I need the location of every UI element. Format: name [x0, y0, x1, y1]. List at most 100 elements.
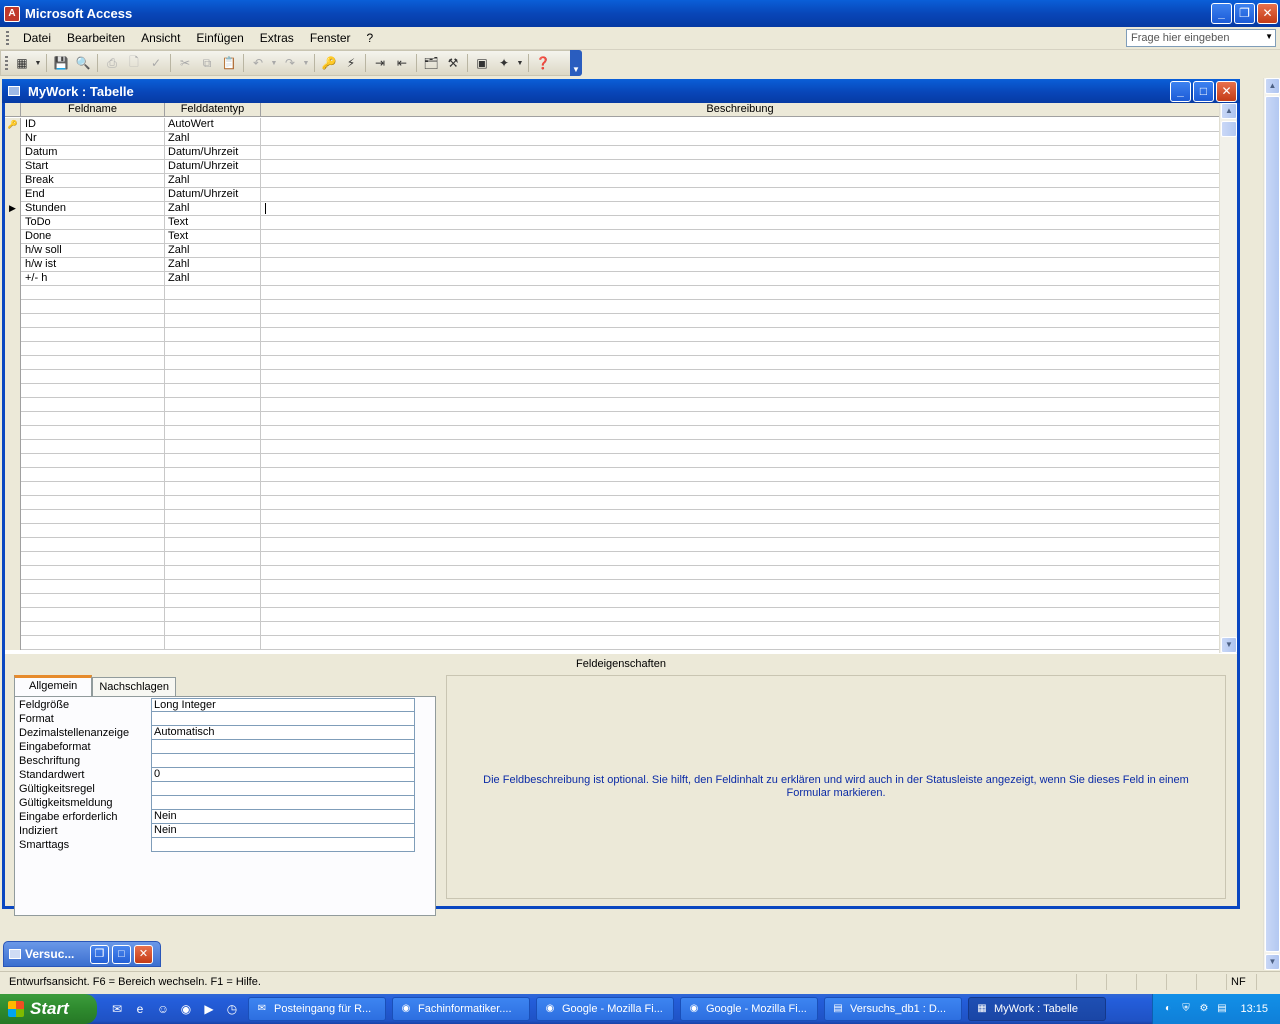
field-name-cell[interactable]: [21, 524, 165, 538]
restore-button[interactable]: ❐: [1234, 3, 1255, 24]
field-type-cell[interactable]: Zahl: [165, 272, 261, 286]
field-type-cell[interactable]: [165, 580, 261, 594]
row-selector[interactable]: [5, 622, 21, 636]
insert-rows-icon[interactable]: ⇥: [369, 53, 391, 73]
row-selector[interactable]: [5, 580, 21, 594]
property-value-input[interactable]: 0: [151, 768, 415, 782]
field-name-cell[interactable]: [21, 356, 165, 370]
field-name-cell[interactable]: [21, 636, 165, 650]
chevron-down-icon[interactable]: ▼: [1265, 32, 1273, 41]
tray-security-icon[interactable]: ⛨: [1179, 1002, 1193, 1016]
property-value-input[interactable]: [151, 782, 415, 796]
field-type-cell[interactable]: [165, 622, 261, 636]
field-type-cell[interactable]: [165, 426, 261, 440]
property-value-input[interactable]: [151, 796, 415, 810]
view-dropdown-icon[interactable]: ▼: [33, 53, 43, 73]
field-name-cell[interactable]: [21, 580, 165, 594]
table-row[interactable]: [5, 538, 1219, 552]
app-scroll-up-icon[interactable]: ▲: [1265, 78, 1280, 94]
undo-icon[interactable]: ↶: [247, 53, 269, 73]
row-selector[interactable]: [5, 272, 21, 286]
row-selector[interactable]: [5, 286, 21, 300]
row-selector[interactable]: [5, 384, 21, 398]
row-selector[interactable]: [5, 398, 21, 412]
spellcheck-icon[interactable]: ✓: [145, 53, 167, 73]
properties-icon[interactable]: 🗂: [420, 53, 442, 73]
menu-fenster[interactable]: Fenster: [302, 31, 359, 45]
taskbar-task-button[interactable]: ✉ Posteingang für R...: [248, 997, 386, 1021]
field-type-cell[interactable]: Zahl: [165, 132, 261, 146]
table-row[interactable]: [5, 482, 1219, 496]
field-description-cell[interactable]: [261, 174, 1219, 188]
menu-ansicht[interactable]: Ansicht: [133, 31, 188, 45]
field-type-cell[interactable]: Zahl: [165, 258, 261, 272]
property-value-input[interactable]: Nein: [151, 824, 415, 838]
table-row[interactable]: [5, 594, 1219, 608]
row-selector[interactable]: [5, 482, 21, 496]
field-description-cell[interactable]: [261, 188, 1219, 202]
new-object-icon[interactable]: ✦: [493, 53, 515, 73]
minimize-button[interactable]: _: [1211, 3, 1232, 24]
property-value-input[interactable]: [151, 838, 415, 852]
field-description-cell[interactable]: [261, 454, 1219, 468]
menubar-grip-icon[interactable]: [6, 31, 9, 45]
row-selector[interactable]: [5, 440, 21, 454]
field-description-cell[interactable]: [261, 398, 1219, 412]
field-name-cell[interactable]: [21, 342, 165, 356]
row-selector[interactable]: [5, 468, 21, 482]
taskbar-task-button[interactable]: ◉ Google - Mozilla Fi...: [536, 997, 674, 1021]
property-value-input[interactable]: Automatisch: [151, 726, 415, 740]
media-player-icon[interactable]: ▶: [199, 999, 219, 1019]
new-object-dropdown-icon[interactable]: ▼: [515, 53, 525, 73]
row-selector[interactable]: [5, 636, 21, 650]
table-row[interactable]: ▶ Stunden Zahl: [5, 202, 1219, 216]
field-description-cell[interactable]: [261, 538, 1219, 552]
field-type-cell[interactable]: Zahl: [165, 244, 261, 258]
firefox-icon[interactable]: ◉: [176, 999, 196, 1019]
minimized-close-button[interactable]: ✕: [134, 944, 153, 964]
table-row[interactable]: [5, 398, 1219, 412]
table-row[interactable]: [5, 426, 1219, 440]
redo-icon[interactable]: ↷: [279, 53, 301, 73]
row-selector[interactable]: [5, 496, 21, 510]
field-description-cell[interactable]: [261, 244, 1219, 258]
child-maximize-button[interactable]: □: [1193, 81, 1214, 102]
field-name-cell[interactable]: [21, 482, 165, 496]
row-selector[interactable]: [5, 538, 21, 552]
field-description-cell[interactable]: [261, 412, 1219, 426]
field-type-cell[interactable]: [165, 482, 261, 496]
table-row[interactable]: [5, 510, 1219, 524]
menu-extras[interactable]: Extras: [252, 31, 302, 45]
menu-einfuegen[interactable]: Einfügen: [188, 31, 251, 45]
field-description-cell[interactable]: [261, 300, 1219, 314]
row-selector[interactable]: [5, 356, 21, 370]
field-description-cell[interactable]: [261, 384, 1219, 398]
menu-datei[interactable]: Datei: [15, 31, 59, 45]
field-description-cell[interactable]: [261, 622, 1219, 636]
row-selector[interactable]: [5, 300, 21, 314]
field-description-cell[interactable]: [261, 272, 1219, 286]
field-type-cell[interactable]: [165, 342, 261, 356]
field-name-cell[interactable]: [21, 426, 165, 440]
field-description-cell[interactable]: [261, 440, 1219, 454]
build-icon[interactable]: ⚒: [442, 53, 464, 73]
row-selector[interactable]: [5, 552, 21, 566]
field-type-cell[interactable]: Datum/Uhrzeit: [165, 146, 261, 160]
field-name-cell[interactable]: [21, 440, 165, 454]
field-type-cell[interactable]: [165, 454, 261, 468]
field-description-cell[interactable]: [261, 160, 1219, 174]
field-description-cell[interactable]: [261, 118, 1219, 132]
ie-icon[interactable]: e: [130, 999, 150, 1019]
child-minimize-button[interactable]: _: [1170, 81, 1191, 102]
field-description-cell[interactable]: [261, 146, 1219, 160]
field-type-cell[interactable]: [165, 496, 261, 510]
menu-help[interactable]: ?: [359, 31, 382, 45]
field-type-cell[interactable]: [165, 636, 261, 650]
field-type-cell[interactable]: [165, 300, 261, 314]
taskbar-task-button[interactable]: ◉ Google - Mozilla Fi...: [680, 997, 818, 1021]
delete-rows-icon[interactable]: ⇤: [391, 53, 413, 73]
table-row[interactable]: Break Zahl: [5, 174, 1219, 188]
row-selector[interactable]: [5, 132, 21, 146]
print-preview-icon[interactable]: 🗋: [123, 53, 145, 73]
table-row[interactable]: [5, 468, 1219, 482]
